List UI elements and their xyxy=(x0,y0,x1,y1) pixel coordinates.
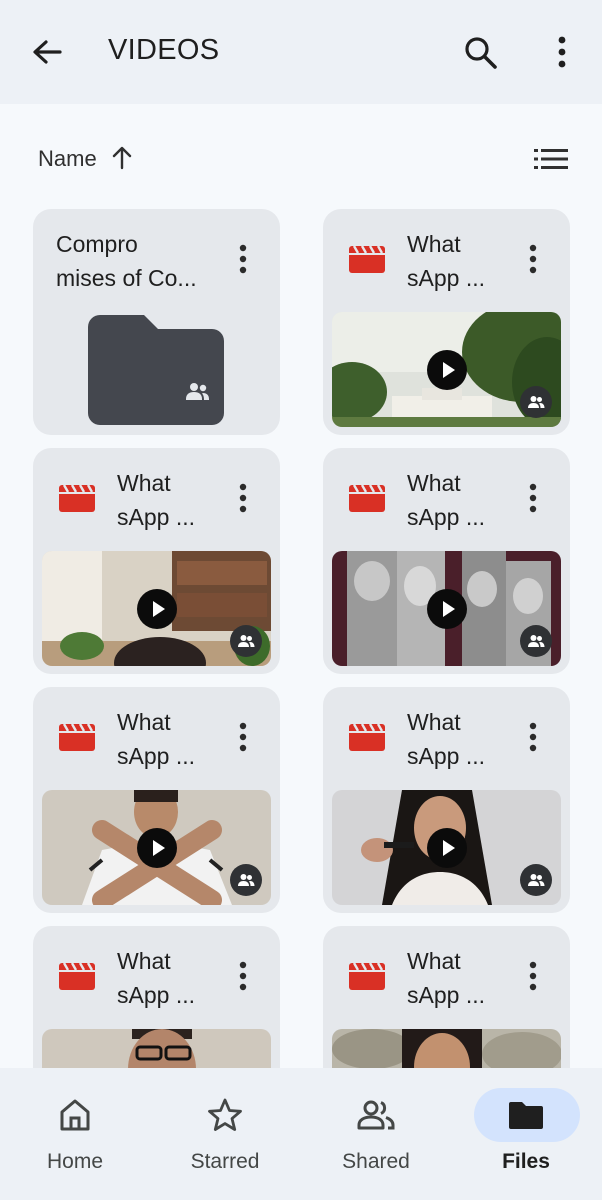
top-app-bar: VIDEOS xyxy=(0,0,602,104)
more-vert-icon[interactable] xyxy=(233,717,253,757)
shared-icon xyxy=(230,625,262,657)
bottom-navigation: Home Starred Shared Files xyxy=(0,1068,602,1200)
video-file-icon xyxy=(349,484,385,512)
shared-icon xyxy=(520,625,552,657)
people-icon[interactable] xyxy=(357,1096,395,1134)
video-thumbnail[interactable] xyxy=(42,790,271,905)
video-file-icon xyxy=(59,723,95,751)
more-vert-icon[interactable] xyxy=(544,32,580,72)
video-card[interactable]: What sApp ... xyxy=(33,448,280,674)
sort-bar: Name xyxy=(0,130,602,186)
video-card[interactable]: What sApp ... xyxy=(33,687,280,913)
video-title: What sApp ... xyxy=(117,470,195,530)
play-icon[interactable] xyxy=(426,827,467,868)
play-icon[interactable] xyxy=(426,588,467,629)
more-vert-icon[interactable] xyxy=(233,478,253,518)
nav-starred[interactable]: Starred xyxy=(150,1068,300,1200)
sort-by-name-button[interactable]: Name xyxy=(38,146,97,172)
folder-title: Compro mises of Co... xyxy=(56,231,197,291)
star-icon[interactable] xyxy=(206,1096,244,1134)
list-view-icon[interactable] xyxy=(532,146,570,172)
video-title: What sApp ... xyxy=(117,709,195,769)
video-thumbnail[interactable] xyxy=(332,312,561,427)
nav-home[interactable]: Home xyxy=(0,1068,150,1200)
search-icon[interactable] xyxy=(460,32,502,74)
more-vert-icon[interactable] xyxy=(523,956,543,996)
video-title: What sApp ... xyxy=(407,470,485,530)
nav-files[interactable]: Files xyxy=(451,1068,601,1200)
shared-icon xyxy=(520,864,552,896)
more-vert-icon[interactable] xyxy=(233,239,253,279)
nav-label: Starred xyxy=(190,1150,260,1173)
nav-shared[interactable]: Shared xyxy=(301,1068,451,1200)
home-icon[interactable] xyxy=(56,1096,94,1134)
page-title: VIDEOS xyxy=(108,34,220,66)
more-vert-icon[interactable] xyxy=(233,956,253,996)
arrow-back-icon[interactable] xyxy=(27,32,67,72)
play-icon[interactable] xyxy=(426,349,467,390)
folder-icon xyxy=(88,315,224,425)
video-title: What sApp ... xyxy=(407,948,485,1008)
video-file-icon xyxy=(349,245,385,273)
video-card[interactable]: What sApp ... xyxy=(323,448,570,674)
video-file-icon xyxy=(349,962,385,990)
play-icon[interactable] xyxy=(136,588,177,629)
video-thumbnail[interactable] xyxy=(42,551,271,666)
more-vert-icon[interactable] xyxy=(523,239,543,279)
video-file-icon xyxy=(59,484,95,512)
more-vert-icon[interactable] xyxy=(523,717,543,757)
video-file-icon xyxy=(349,723,385,751)
video-title: What sApp ... xyxy=(117,948,195,1008)
video-thumbnail[interactable] xyxy=(332,790,561,905)
nav-label: Shared xyxy=(342,1150,410,1173)
shared-icon xyxy=(520,386,552,418)
video-card[interactable]: What sApp ... xyxy=(323,209,570,435)
more-vert-icon[interactable] xyxy=(523,478,543,518)
nav-label: Files xyxy=(502,1150,550,1173)
folder-card[interactable]: Compro mises of Co... xyxy=(33,209,280,435)
nav-label: Home xyxy=(46,1150,104,1173)
video-thumbnail[interactable] xyxy=(332,551,561,666)
arrow-upward-icon[interactable] xyxy=(110,144,134,172)
video-card[interactable]: What sApp ... xyxy=(323,687,570,913)
video-title: What sApp ... xyxy=(407,709,485,769)
video-title: What sApp ... xyxy=(407,231,485,291)
play-icon[interactable] xyxy=(136,827,177,868)
shared-icon xyxy=(230,864,262,896)
video-file-icon xyxy=(59,962,95,990)
folder-icon[interactable] xyxy=(507,1096,545,1134)
